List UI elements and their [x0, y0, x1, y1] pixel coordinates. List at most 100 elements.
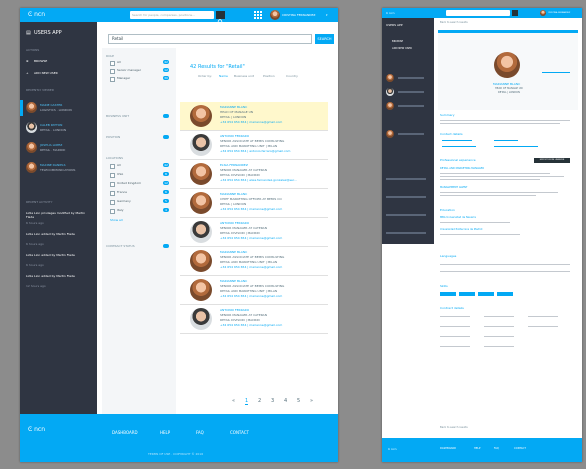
recent-user-avatar[interactable] — [386, 130, 394, 138]
result-contact[interactable]: +34 654 654 654 | marianne@gmail.com — [220, 120, 282, 124]
contact-phone[interactable] — [442, 140, 472, 141]
page-link[interactable]: 2 — [258, 398, 261, 404]
result-avatar[interactable] — [190, 221, 212, 243]
export-linkedin-button[interactable]: EXPORT FROM LINKEDIN — [534, 158, 570, 163]
result-avatar[interactable] — [190, 105, 212, 127]
recent-user-name[interactable] — [398, 77, 424, 79]
contact-email[interactable] — [442, 146, 476, 147]
page-link[interactable]: 3 — [271, 398, 274, 404]
result-contact[interactable]: +34 654 654 654 | marianne@gmail.com — [220, 236, 282, 240]
recent-user-name[interactable] — [398, 133, 424, 135]
footer-link-faq[interactable]: FAQ — [196, 430, 204, 435]
recent-user-avatar[interactable] — [386, 88, 394, 96]
checkbox-location[interactable] — [110, 191, 115, 196]
expand-icon[interactable] — [163, 114, 169, 118]
contact-email-2[interactable] — [494, 146, 538, 147]
checkbox-role-manager[interactable] — [110, 77, 115, 82]
result-row[interactable]: ELSIA FERNANDEZ SENIOR MANAGER AT CATERAN… — [180, 160, 328, 189]
checkbox-location[interactable] — [110, 209, 115, 214]
footer-logo[interactable]: Ͼ ncn — [28, 426, 45, 434]
user-avatar[interactable] — [270, 10, 280, 20]
result-name[interactable]: MARIANNE BLANC — [220, 250, 247, 254]
footer-link-contact[interactable]: CONTACT — [230, 430, 249, 435]
linkedin-link[interactable] — [542, 72, 570, 73]
page-link[interactable]: 1 — [245, 398, 249, 405]
order-option[interactable]: Country — [286, 74, 298, 78]
result-contact[interactable]: +34 654 654 654 | antonio.ferraro@gmail.… — [220, 149, 290, 153]
result-row[interactable]: MARIANNE BLANC SENIOR ASSOCIATE AT BEMIS … — [180, 276, 328, 305]
search-button[interactable]: SEARCH — [315, 34, 334, 44]
page-link[interactable]: 5 — [297, 398, 300, 404]
order-option[interactable]: Position — [263, 74, 275, 78]
result-contact[interactable]: +34 654 654 654 | marianne@gmail.com — [220, 207, 282, 211]
recent-user-name[interactable]: JOSHUA LOPEZ — [40, 143, 62, 147]
recent-user-avatar[interactable] — [26, 162, 37, 173]
checkbox-location[interactable] — [110, 200, 115, 205]
app-logo[interactable]: Ͼ ncn — [386, 11, 395, 15]
recent-user-name[interactable]: MARIE CASTER — [40, 103, 62, 107]
result-avatar[interactable] — [190, 134, 212, 156]
recent-user-name[interactable] — [398, 91, 424, 93]
result-avatar[interactable] — [190, 308, 212, 330]
browse-link[interactable]: BROWSE — [392, 40, 403, 44]
show-all-link[interactable]: Show all — [110, 218, 123, 222]
browse-link[interactable]: BROWSE — [34, 59, 47, 63]
back-link-bottom[interactable]: Back to search results — [440, 426, 468, 430]
footer-link-dashboard[interactable]: DASHBOARD — [112, 430, 138, 435]
result-contact[interactable]: +34 654 654 654 | marianne@gmail.com — [220, 265, 282, 269]
page-link[interactable]: « — [232, 398, 235, 404]
user-avatar[interactable] — [540, 10, 546, 16]
result-row[interactable]: ANTONIO FERRARO SENIOR ASSOCIATE AT BEMIS… — [180, 131, 328, 160]
back-link[interactable]: Back to search results — [440, 21, 468, 25]
recent-user-avatar[interactable] — [26, 102, 37, 113]
global-search-input[interactable]: Search for people, companies, positions.… — [130, 11, 214, 19]
result-contact[interactable]: +34 654 654 654 | marianne@gmail.com — [220, 294, 282, 298]
position-filter[interactable]: POSITION — [106, 135, 120, 139]
result-row[interactable]: MARIANNE BLANC CHIEF MARKETING OFFICER AT… — [180, 189, 328, 218]
result-avatar[interactable] — [190, 250, 212, 272]
recent-user-avatar[interactable] — [386, 74, 394, 82]
result-avatar[interactable] — [190, 163, 212, 185]
result-avatar[interactable] — [190, 279, 212, 301]
add-new-user-link[interactable]: ADD NEW USER — [392, 47, 412, 51]
result-name[interactable]: ANTONIO FERRARO — [220, 221, 249, 225]
expand-icon[interactable] — [163, 135, 169, 139]
checkbox-role-all[interactable] — [110, 61, 115, 66]
apps-grid-icon[interactable] — [254, 11, 262, 19]
app-logo[interactable]: Ͼ ncn — [28, 11, 45, 19]
result-row[interactable]: ANTONIO FERRARO SENIOR MANAGER AT CATERAN… — [180, 218, 328, 247]
recent-user-name[interactable]: CALEB PATTON — [40, 123, 62, 127]
result-name[interactable]: ANTONIO FERRARO — [220, 134, 249, 138]
result-contact[interactable]: +34 654 654 654 | elsia.fernandez.gonzal… — [220, 178, 297, 182]
recent-user-avatar[interactable] — [26, 122, 37, 133]
footer-link-contact[interactable]: CONTACT — [514, 447, 526, 451]
result-avatar[interactable] — [190, 192, 212, 214]
expand-icon[interactable] — [163, 244, 169, 248]
checkbox-location[interactable] — [110, 164, 115, 169]
chevron-down-icon[interactable]: ▾ — [326, 13, 328, 17]
recent-user-avatar[interactable] — [26, 142, 37, 153]
order-option[interactable]: Business unit — [234, 74, 254, 78]
checkbox-location[interactable] — [110, 173, 115, 178]
result-row[interactable]: MARIANNE BLANC HEAD OF MANAGE UN RETAIL | … — [180, 102, 328, 131]
footer-link-dashboard[interactable]: DASHBOARD — [440, 447, 456, 451]
business-unit-filter[interactable]: BUSINESS UNIT — [106, 114, 129, 118]
recent-user-name[interactable]: MAXINE DANIELS — [40, 163, 66, 167]
order-option[interactable]: Name — [219, 74, 228, 78]
user-name[interactable]: CRISTINA FERNANDEZ — [548, 11, 570, 15]
search-icon[interactable] — [512, 10, 518, 16]
role-filter-heading[interactable]: ROLE — [106, 54, 114, 58]
page-link[interactable]: 4 — [284, 398, 287, 404]
user-name[interactable]: CRISTINA FERNANDEZ — [282, 13, 315, 17]
footer-logo[interactable]: Ͼ ncn — [388, 447, 397, 451]
global-search-input[interactable] — [446, 10, 510, 16]
footer-link-help[interactable]: HELP — [160, 430, 170, 435]
search-query-input[interactable]: Retail — [108, 34, 312, 44]
recent-user-avatar[interactable] — [386, 102, 394, 110]
result-contact[interactable]: +34 654 654 654 | marianne@gmail.com — [220, 323, 282, 327]
contract-filter[interactable]: CONTRACT STATUS — [106, 244, 135, 248]
result-name[interactable]: MARIANNE BLANC — [220, 279, 247, 283]
footer-link-faq[interactable]: FAQ — [494, 447, 499, 451]
add-new-user-link[interactable]: ADD NEW USER — [34, 71, 58, 75]
result-name[interactable]: MARIANNE BLANC — [220, 192, 247, 196]
